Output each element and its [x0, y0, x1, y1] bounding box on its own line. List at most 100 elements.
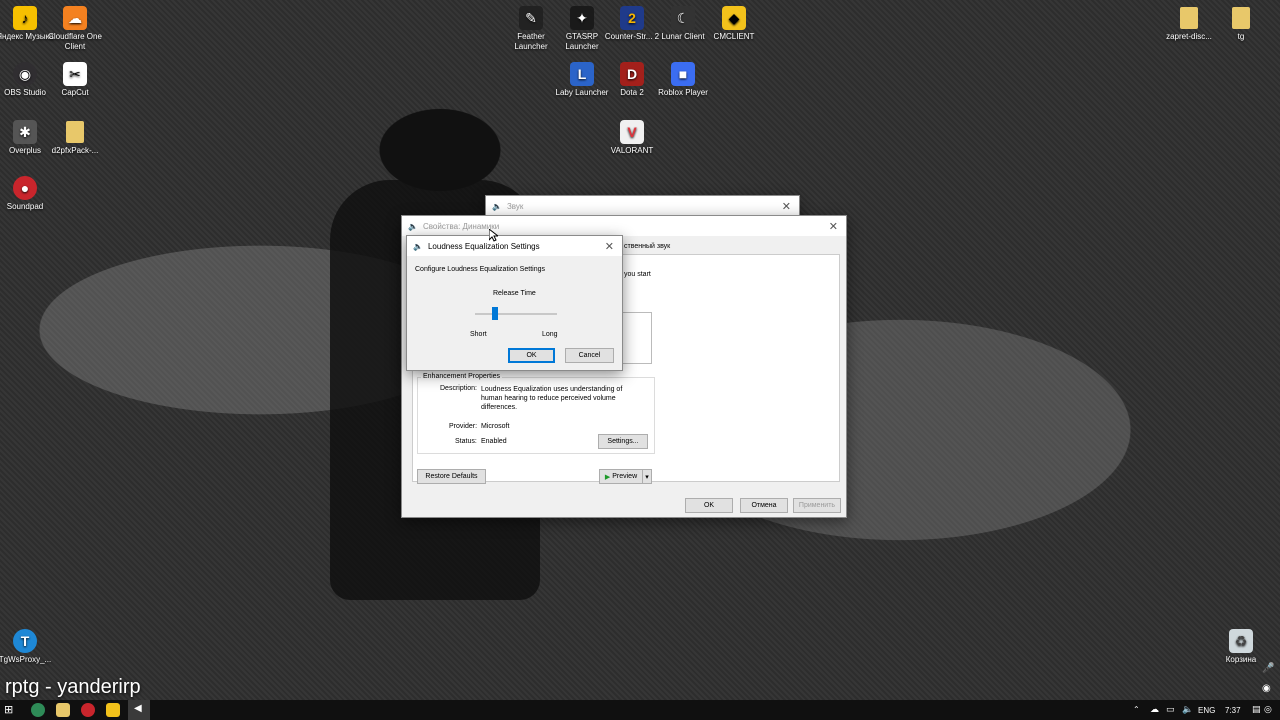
tgwsproxy-icon: T [13, 629, 37, 653]
icon-label: Soundpad [6, 202, 44, 211]
soundpad-taskbar-icon[interactable] [81, 703, 95, 717]
stream-overlay-text: rptg - yanderirp [5, 676, 141, 698]
description-text: Loudness Equalization uses understanding… [481, 386, 623, 411]
laby-icon: L [570, 62, 594, 86]
start-icon[interactable]: ⊞ [4, 703, 18, 717]
location-icon[interactable]: ◉ [1262, 683, 1271, 694]
icon-label: TgWsProxy_... [0, 655, 52, 664]
volume-icon[interactable]: 🔈 [1182, 704, 1193, 715]
folder-icon [1229, 6, 1253, 30]
play-icon: ▶ [604, 473, 611, 481]
cmclient-icon: ◆ [722, 6, 746, 30]
preview-dropdown-button[interactable]: ▾ [642, 469, 652, 484]
description-label: Description: [440, 385, 477, 392]
desktop-icon-recycle-bin[interactable]: ♻ Корзина [1211, 629, 1271, 665]
loudness-equalization-dialog[interactable]: 🔈 Loudness Equalization Settings ✕ Confi… [406, 235, 623, 371]
clock[interactable]: 7:37 [1225, 706, 1241, 715]
status-value: Enabled [481, 438, 507, 445]
long-label: Long [542, 331, 558, 338]
chrome-icon[interactable] [31, 703, 45, 717]
preview-button[interactable]: ▶ Preview [599, 469, 643, 484]
desktop-icon-zapret[interactable]: zapret-disc... [1159, 6, 1219, 42]
speaker-icon: 🔈 [408, 221, 418, 231]
settings-button[interactable]: Settings... [598, 434, 648, 449]
battery-icon[interactable]: ▭ [1166, 704, 1175, 715]
speaker-icon: 🔈 [492, 201, 502, 211]
icon-label: CapCut [61, 88, 89, 97]
icon-label: tg [1237, 32, 1245, 41]
icon-label: zapret-disc... [1166, 32, 1212, 41]
folder-icon [63, 120, 87, 144]
desktop-icon-soundpad[interactable]: ● Soundpad [0, 176, 55, 212]
file-explorer-icon[interactable] [56, 703, 70, 717]
tab-spatial-sound[interactable]: ственный звук [624, 243, 670, 250]
obs-icon: ◉ [13, 62, 37, 86]
apply-button[interactable]: Применить [793, 498, 841, 513]
taskbar: ⊞ ◀ ⌃ ☁ ▭ 🔈 ENG 7:37 ▤ ◎ [0, 700, 1280, 720]
window-title: Звук [506, 201, 524, 211]
dialog-titlebar[interactable]: 🔈 Loudness Equalization Settings ✕ [407, 236, 622, 256]
cancel-button[interactable]: Отмена [740, 498, 788, 513]
desktop-icon-tg[interactable]: tg [1211, 6, 1271, 42]
app-taskbar-icon[interactable] [106, 703, 120, 717]
desktop-icon-cmclient[interactable]: ◆ CMCLIENT [704, 6, 764, 42]
close-icon[interactable]: ✕ [782, 200, 791, 213]
restore-defaults-button[interactable]: Restore Defaults [417, 469, 486, 484]
release-time-slider[interactable] [475, 307, 557, 320]
yandex-music-icon: ♪ [13, 6, 37, 30]
short-label: Short [470, 331, 487, 338]
dialog-ok-button[interactable]: OK [508, 348, 555, 363]
mouse-cursor-icon [489, 229, 498, 242]
desktop-icon-d2pfxpack[interactable]: d2pfxPack-... [45, 120, 105, 156]
gtasrp-icon: ✦ [570, 6, 594, 30]
intro-text: you start [624, 271, 651, 278]
desktop-icon-valorant[interactable]: V VALORANT [602, 120, 662, 156]
ok-button[interactable]: OK [685, 498, 733, 513]
dialog-title: Loudness Equalization Settings [427, 241, 540, 251]
soundpad-icon: ● [13, 176, 37, 200]
sound-window-titlebar[interactable]: 🔈 Звук ✕ [486, 196, 799, 216]
cloudflare-icon: ☁ [63, 6, 87, 30]
lunar-icon: ☾ [671, 6, 695, 30]
cs2-icon: 2 [620, 6, 644, 30]
recycle-bin-icon: ♻ [1229, 629, 1253, 653]
folder-icon [1177, 6, 1201, 30]
enhancements-list[interactable] [622, 312, 652, 364]
icon-label: VALORANT [610, 146, 654, 155]
icon-label: d2pfxPack-... [51, 146, 99, 155]
feather-icon: ✎ [519, 6, 543, 30]
roblox-icon: ■ [671, 62, 695, 86]
desktop-icon-tgwsproxy[interactable]: T TgWsProxy_... [0, 629, 55, 665]
chevron-down-icon: ▾ [645, 473, 649, 481]
tray-chevron-up-icon[interactable]: ⌃ [1133, 705, 1140, 714]
group-title: Enhancement Properties [421, 373, 503, 380]
sound-settings-taskbar-button[interactable]: ◀ [128, 700, 150, 720]
dialog-heading: Configure Loudness Equalization Settings [415, 266, 545, 273]
slider-thumb[interactable] [491, 307, 498, 320]
icon-label: Cloudflare One Client [48, 32, 102, 51]
dota-icon: D [620, 62, 644, 86]
preview-label: Preview [612, 473, 638, 480]
dialog-cancel-button[interactable]: Cancel [565, 348, 614, 363]
capcut-icon: ✂ [63, 62, 87, 86]
provider-label: Provider: [449, 423, 478, 430]
notifications-icon[interactable]: ▤ [1252, 704, 1261, 715]
icon-label: Roblox Player [658, 88, 708, 97]
valorant-icon: V [620, 120, 644, 144]
language-indicator[interactable]: ENG [1198, 706, 1215, 715]
window-title: Свойства: Динамики [422, 221, 500, 231]
close-icon[interactable]: ✕ [605, 240, 614, 253]
speaker-icon: ◀ [134, 703, 142, 714]
provider-value: Microsoft [481, 423, 510, 430]
speaker-icon: 🔈 [413, 241, 423, 251]
desktop-icon-roblox[interactable]: ■ Roblox Player [653, 62, 713, 98]
desktop-icon-capcut[interactable]: ✂ CapCut [45, 62, 105, 98]
close-icon[interactable]: ✕ [829, 220, 838, 233]
action-center-icon[interactable]: ◎ [1264, 704, 1272, 715]
desktop-icon-cloudflare[interactable]: ☁ Cloudflare One Client [45, 6, 105, 52]
status-label: Status: [455, 438, 477, 445]
properties-titlebar[interactable]: 🔈 Свойства: Динамики ✕ [402, 216, 846, 236]
network-icon[interactable]: ☁ [1150, 704, 1159, 715]
microphone-icon[interactable]: 🎤 [1262, 663, 1274, 674]
icon-label: CMCLIENT [713, 32, 755, 41]
